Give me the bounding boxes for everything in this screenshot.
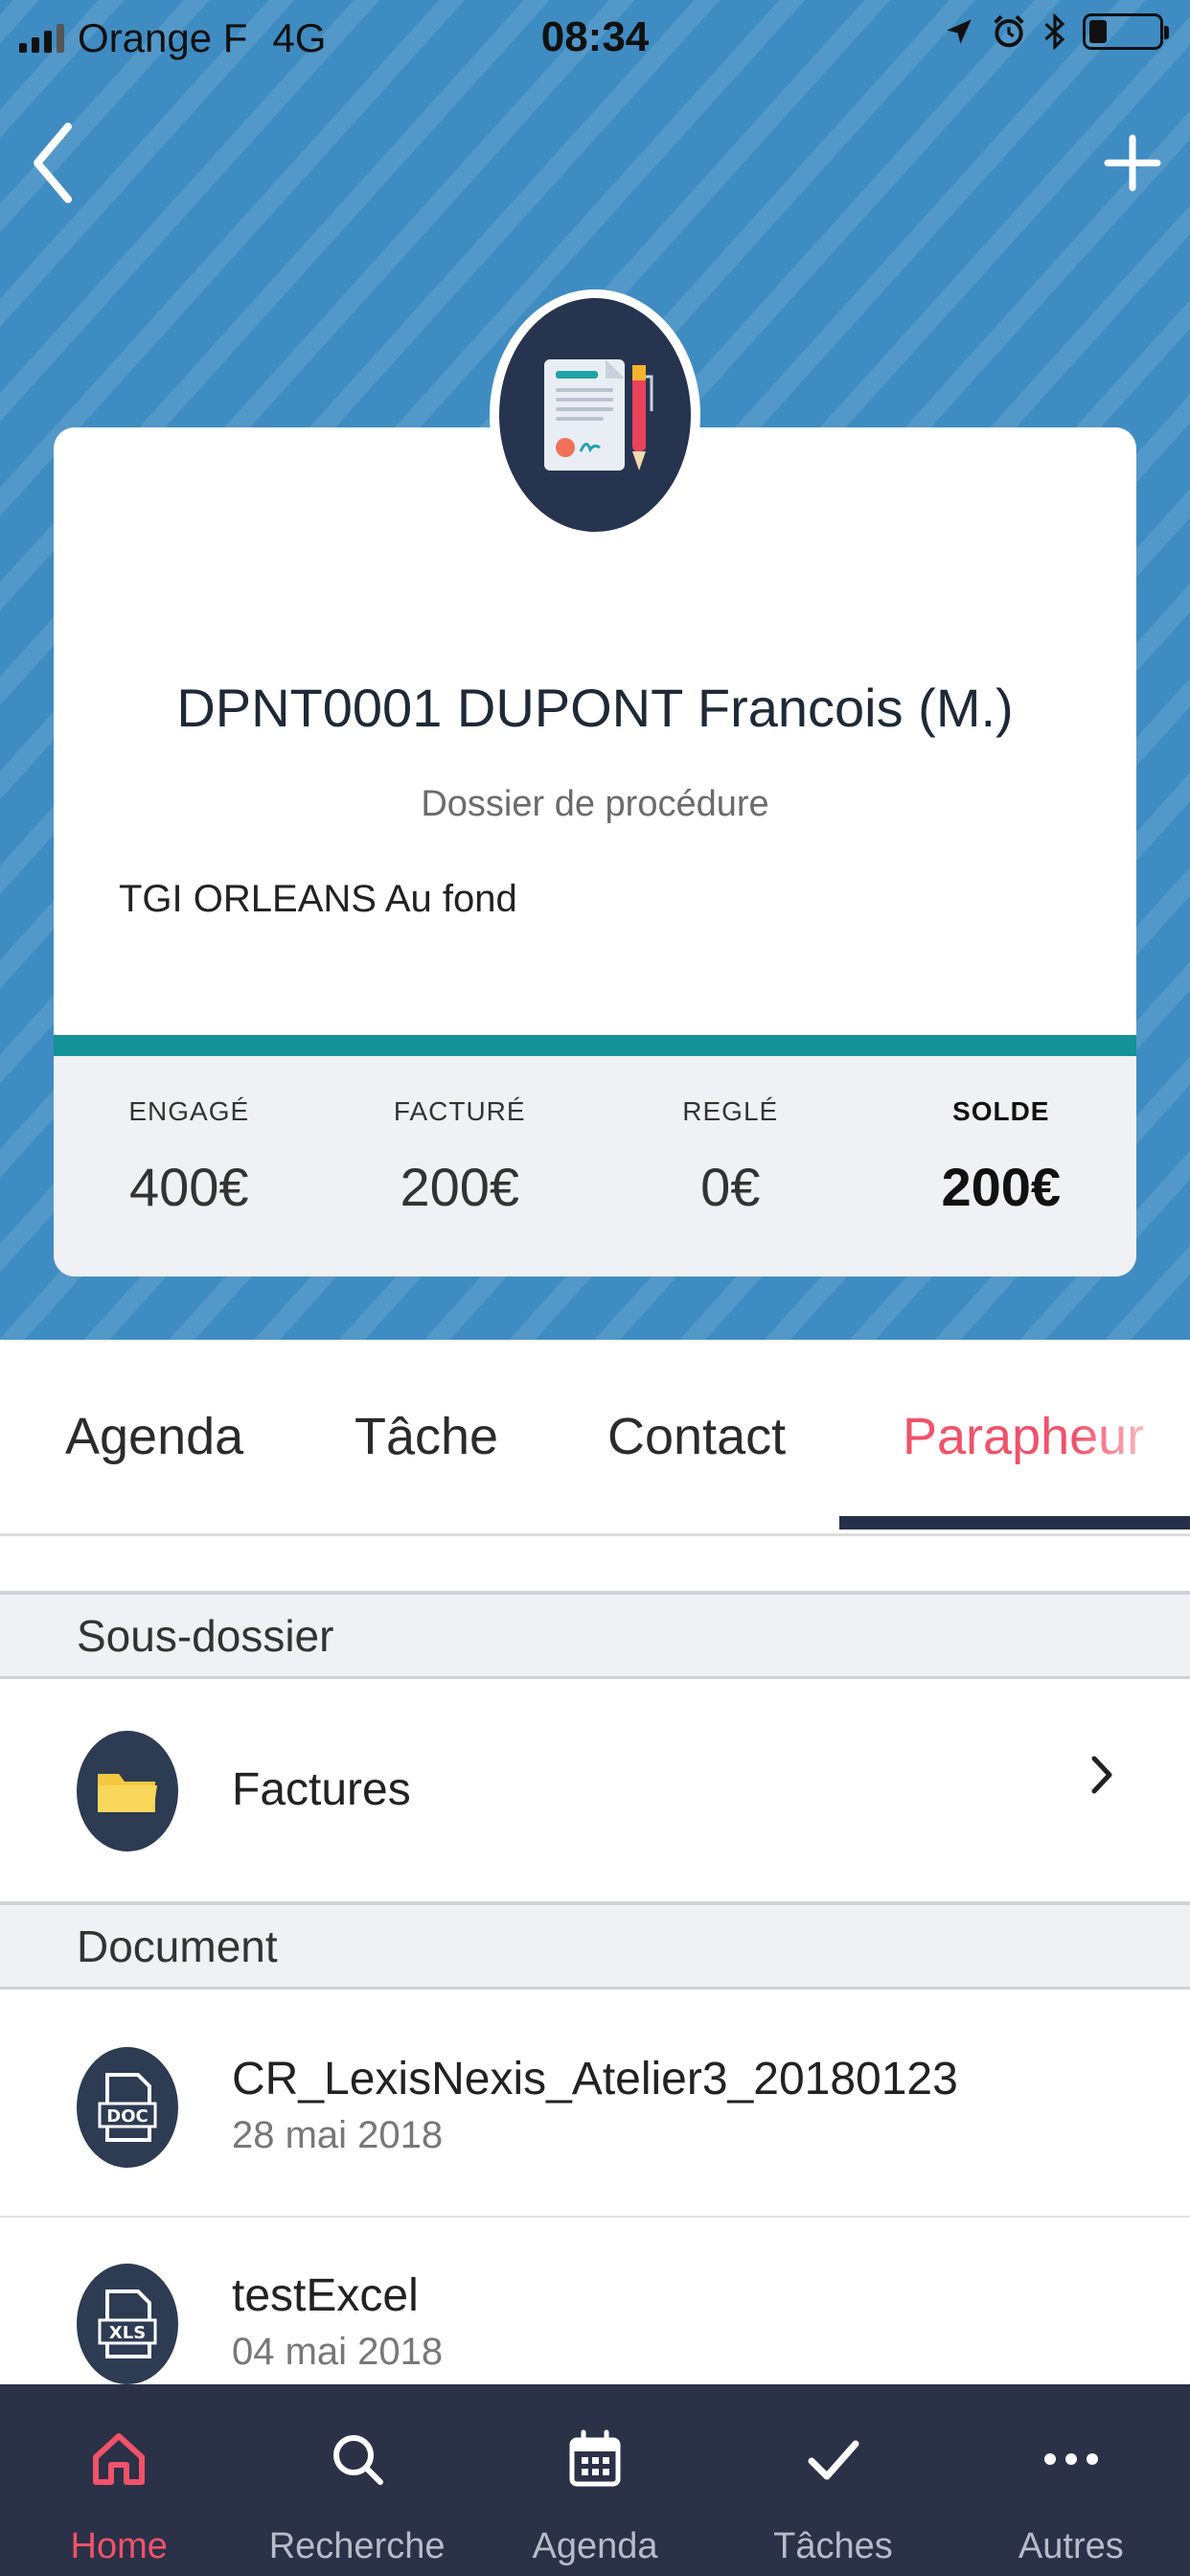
nav-label: Tâches	[773, 2526, 893, 2566]
tab-bar: Agenda Tâche Contact Parapheur	[0, 1340, 1190, 1536]
financial-stats: ENGAGÉ 400€ FACTURÉ 200€ REGLÉ 0€ SOLDE …	[54, 1056, 1136, 1276]
nav-label: Recherche	[268, 2526, 446, 2566]
nav-label: Home	[70, 2526, 168, 2566]
folder-icon	[98, 1774, 157, 1812]
stat-label: FACTURÉ	[393, 1096, 526, 1126]
plus-icon	[1104, 134, 1161, 192]
tab-agenda[interactable]: Agenda	[65, 1407, 243, 1466]
list-item-document[interactable]: XLS testExcel 04 mai 2018	[0, 2218, 1190, 2384]
dossier-avatar	[490, 289, 700, 540]
dossier-card: DPNT0001 DUPONT Francois (M.) Dossier de…	[54, 427, 1136, 1276]
stat-label: ENGAGÉ	[128, 1096, 250, 1126]
stat-facture: FACTURÉ 200€	[325, 1056, 596, 1276]
doc-file-icon-badge: DOC	[77, 2047, 178, 2168]
dossier-description: TGI ORLEANS Au fond	[119, 878, 517, 920]
stat-value: 200€	[941, 1157, 1062, 1217]
battery-icon	[1083, 13, 1169, 50]
row-title: Factures	[232, 1764, 411, 1815]
nav-home[interactable]: Home	[0, 2384, 238, 2576]
list-item-factures[interactable]: Factures	[0, 1679, 1190, 1901]
nav-label: Agenda	[532, 2526, 658, 2566]
xls-file-icon-badge: XLS	[77, 2264, 178, 2384]
bottom-navigation: Home Recherche Agenda Tâches Autres	[0, 2384, 1190, 2576]
checkmark-icon	[714, 2423, 951, 2496]
bluetooth-icon	[1044, 13, 1065, 50]
chevron-left-icon	[34, 123, 72, 203]
nav-label: Autres	[1018, 2526, 1124, 2566]
nav-recherche[interactable]: Recherche	[238, 2384, 475, 2576]
calendar-icon	[476, 2423, 714, 2496]
accent-bar	[54, 1035, 1136, 1056]
doc-file-icon: DOC	[98, 2073, 157, 2142]
row-date: 28 mai 2018	[232, 2114, 444, 2156]
tab-tache[interactable]: Tâche	[355, 1407, 498, 1466]
alarm-icon	[994, 14, 1024, 48]
stat-engage: ENGAGÉ 400€	[54, 1056, 325, 1276]
row-date: 04 mai 2018	[232, 2331, 444, 2373]
section-header-document: Document	[0, 1901, 1190, 1990]
back-button[interactable]	[19, 115, 86, 211]
xls-file-icon: XLS	[98, 2289, 157, 2358]
dossier-title: DPNT0001 DUPONT Francois (M.)	[176, 678, 1014, 738]
dossier-type: Dossier de procédure	[421, 784, 769, 824]
svg-text:DOC: DOC	[106, 2106, 148, 2127]
stat-label: SOLDE	[952, 1096, 1050, 1126]
document-signature-icon	[544, 359, 653, 471]
more-icon	[952, 2423, 1190, 2496]
row-title: CR_LexisNexis_Atelier3_20180123	[232, 2054, 958, 2104]
chevron-right-icon	[1090, 1754, 1113, 1806]
stat-value: 200€	[400, 1157, 520, 1217]
stat-value: 0€	[700, 1157, 761, 1217]
section-title: Sous-dossier	[77, 1611, 334, 1661]
section-header-subfolder: Sous-dossier	[0, 1591, 1190, 1679]
add-button[interactable]	[1094, 125, 1171, 201]
tab-contact[interactable]: Contact	[607, 1407, 786, 1466]
nav-agenda[interactable]: Agenda	[476, 2384, 714, 2576]
list-item-document[interactable]: DOC CR_LexisNexis_Atelier3_20180123 28 m…	[0, 1990, 1190, 2216]
stat-label: REGLÉ	[682, 1096, 779, 1126]
status-right	[943, 13, 1169, 50]
status-bar: Orange F 4G 08:34	[0, 0, 1190, 77]
row-title: testExcel	[232, 2270, 419, 2321]
nav-autres[interactable]: Autres	[952, 2384, 1190, 2576]
stat-solde: SOLDE 200€	[866, 1056, 1137, 1276]
svg-text:XLS: XLS	[109, 2323, 146, 2343]
home-icon	[0, 2423, 238, 2496]
search-icon	[238, 2423, 475, 2496]
active-tab-indicator	[839, 1516, 1190, 1530]
folder-icon-badge	[77, 1731, 178, 1852]
location-arrow-icon	[947, 19, 972, 44]
tab-overflow-fade	[1075, 1378, 1190, 1493]
nav-taches[interactable]: Tâches	[714, 2384, 951, 2576]
stat-regle: REGLÉ 0€	[595, 1056, 866, 1276]
stat-value: 400€	[128, 1157, 249, 1217]
section-title: Document	[77, 1921, 278, 1971]
